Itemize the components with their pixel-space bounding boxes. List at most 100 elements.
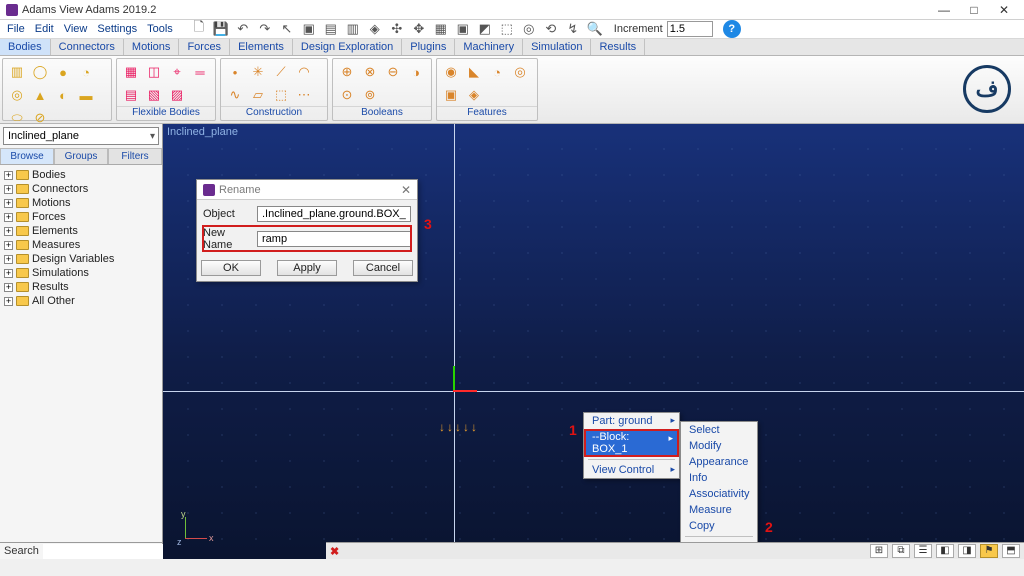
redo-icon[interactable]: ↷ bbox=[256, 20, 274, 38]
status-btn-3[interactable]: ☰ bbox=[914, 544, 932, 558]
zoom-fit-icon[interactable]: ▣ bbox=[454, 20, 472, 38]
save-icon[interactable]: 💾 bbox=[212, 20, 230, 38]
undo-icon[interactable]: ↶ bbox=[234, 20, 252, 38]
subtract-icon[interactable]: ⊖ bbox=[383, 62, 403, 82]
viewport[interactable]: Inclined_plane ↓↓↓↓↓ y x z Part: ground▸… bbox=[163, 124, 1024, 559]
hole-icon[interactable]: ◉ bbox=[441, 62, 461, 82]
close-button[interactable]: ✕ bbox=[990, 1, 1018, 19]
rotate-icon[interactable]: ⟲ bbox=[542, 20, 560, 38]
tree-node[interactable]: +Simulations bbox=[4, 266, 158, 280]
link-icon[interactable]: ⬭ bbox=[7, 108, 27, 128]
sidebar-tab-filters[interactable]: Filters bbox=[108, 148, 162, 164]
ctx-copy[interactable]: Copy bbox=[681, 518, 757, 534]
target-icon[interactable]: ◎ bbox=[520, 20, 538, 38]
status-stop-icon[interactable]: ✖ bbox=[330, 545, 339, 558]
dialog-close-icon[interactable]: ✕ bbox=[401, 183, 411, 197]
tree-node[interactable]: +Forces bbox=[4, 210, 158, 224]
merge-icon[interactable]: ⊙ bbox=[337, 85, 357, 105]
new-icon[interactable]: 🗋 bbox=[190, 20, 208, 38]
flex3-icon[interactable]: ⌖ bbox=[167, 62, 187, 82]
tab-motions[interactable]: Motions bbox=[124, 39, 180, 55]
box-icon[interactable]: ▥ bbox=[7, 62, 27, 82]
tree-node[interactable]: +Design Variables bbox=[4, 252, 158, 266]
menu-settings[interactable]: Settings bbox=[94, 23, 140, 35]
help-icon[interactable]: ? bbox=[723, 20, 741, 38]
increment-input[interactable] bbox=[667, 21, 713, 37]
menu-file[interactable]: File bbox=[4, 23, 28, 35]
cancel-button[interactable]: Cancel bbox=[353, 260, 413, 276]
menu-tools[interactable]: Tools bbox=[144, 23, 176, 35]
feat5-icon[interactable]: ▣ bbox=[441, 85, 461, 105]
tree-node[interactable]: +Results bbox=[4, 280, 158, 294]
tree-node[interactable]: +Bodies bbox=[4, 168, 158, 182]
ctx-associativity[interactable]: Associativity bbox=[681, 486, 757, 502]
feat6-icon[interactable]: ◈ bbox=[464, 85, 484, 105]
ctx-part-ground[interactable]: Part: ground▸ bbox=[584, 413, 679, 429]
tree-node[interactable]: +Motions bbox=[4, 196, 158, 210]
pipe-icon[interactable]: ⊘ bbox=[30, 108, 50, 128]
flex6-icon[interactable]: ▧ bbox=[144, 85, 164, 105]
flex5-icon[interactable]: ▤ bbox=[121, 85, 141, 105]
arc-icon[interactable]: ◠ bbox=[294, 62, 314, 82]
chain-icon[interactable]: ⊚ bbox=[360, 85, 380, 105]
ctx-measure[interactable]: Measure bbox=[681, 502, 757, 518]
view-front-icon[interactable]: ▣ bbox=[300, 20, 318, 38]
tree-node[interactable]: +Measures bbox=[4, 238, 158, 252]
tab-design-exploration[interactable]: Design Exploration bbox=[293, 39, 402, 55]
torus-icon[interactable]: ◎ bbox=[7, 85, 27, 105]
tab-elements[interactable]: Elements bbox=[230, 39, 293, 55]
flex2-icon[interactable]: ◫ bbox=[144, 62, 164, 82]
view-iso-icon[interactable]: ◈ bbox=[366, 20, 384, 38]
tab-machinery[interactable]: Machinery bbox=[455, 39, 523, 55]
tab-plugins[interactable]: Plugins bbox=[402, 39, 455, 55]
status-btn-2[interactable]: ⧉ bbox=[892, 544, 910, 558]
union-icon[interactable]: ⊕ bbox=[337, 62, 357, 82]
ctx-select[interactable]: Select bbox=[681, 422, 757, 438]
tree-node[interactable]: +All Other bbox=[4, 294, 158, 308]
ctx-info[interactable]: Info bbox=[681, 470, 757, 486]
polyline-icon[interactable]: ⟋ bbox=[271, 62, 291, 82]
sidebar-tab-browse[interactable]: Browse bbox=[0, 148, 54, 164]
cursor-icon[interactable]: ↯ bbox=[564, 20, 582, 38]
revolve-icon[interactable]: ◐ bbox=[53, 85, 73, 105]
tab-simulation[interactable]: Simulation bbox=[523, 39, 591, 55]
intersect-icon[interactable]: ⊗ bbox=[360, 62, 380, 82]
fillet-icon[interactable]: ◔ bbox=[487, 62, 507, 82]
status-btn-5[interactable]: ◨ bbox=[958, 544, 976, 558]
tab-bodies[interactable]: Bodies bbox=[0, 39, 51, 55]
tab-connectors[interactable]: Connectors bbox=[51, 39, 124, 55]
select-icon[interactable]: ↖ bbox=[278, 20, 296, 38]
marker-icon[interactable]: ✳ bbox=[248, 62, 268, 82]
menu-view[interactable]: View bbox=[61, 23, 91, 35]
tab-results[interactable]: Results bbox=[591, 39, 645, 55]
minimize-button[interactable]: — bbox=[930, 1, 958, 19]
menu-edit[interactable]: Edit bbox=[32, 23, 57, 35]
ctx-modify[interactable]: Modify bbox=[681, 438, 757, 454]
ctx-appearance[interactable]: Appearance bbox=[681, 454, 757, 470]
plane-icon[interactable]: ▱ bbox=[248, 85, 268, 105]
render-icon[interactable]: ◩ bbox=[476, 20, 494, 38]
split-bool-icon[interactable]: ◑ bbox=[406, 62, 426, 82]
sphere-icon[interactable]: ● bbox=[53, 62, 73, 82]
sidebar-tab-groups[interactable]: Groups bbox=[54, 148, 108, 164]
maximize-button[interactable]: □ bbox=[960, 1, 988, 19]
view-top-icon[interactable]: ▥ bbox=[344, 20, 362, 38]
spline-icon[interactable]: ∿ bbox=[225, 85, 245, 105]
status-btn-1[interactable]: ⊞ bbox=[870, 544, 888, 558]
flex7-icon[interactable]: ▨ bbox=[167, 85, 187, 105]
pan-icon[interactable]: ✥ bbox=[410, 20, 428, 38]
ok-button[interactable]: OK bbox=[201, 260, 261, 276]
apply-button[interactable]: Apply bbox=[277, 260, 337, 276]
object-input[interactable] bbox=[257, 206, 411, 222]
ctx-block-box1[interactable]: --Block: BOX_1▸ bbox=[584, 429, 679, 457]
split-icon[interactable]: ▦ bbox=[432, 20, 450, 38]
model-combobox[interactable]: Inclined_plane bbox=[3, 127, 159, 145]
newname-input[interactable] bbox=[257, 231, 411, 247]
flex4-icon[interactable]: ═ bbox=[190, 62, 210, 82]
box-zoom-icon[interactable]: ⬚ bbox=[498, 20, 516, 38]
zoom-icon[interactable]: 🔍 bbox=[586, 20, 604, 38]
extrude-icon[interactable]: ▲ bbox=[30, 85, 50, 105]
xyz-icon[interactable]: ⬚ bbox=[271, 85, 291, 105]
view-right-icon[interactable]: ▤ bbox=[322, 20, 340, 38]
flex1-icon[interactable]: ▦ bbox=[121, 62, 141, 82]
